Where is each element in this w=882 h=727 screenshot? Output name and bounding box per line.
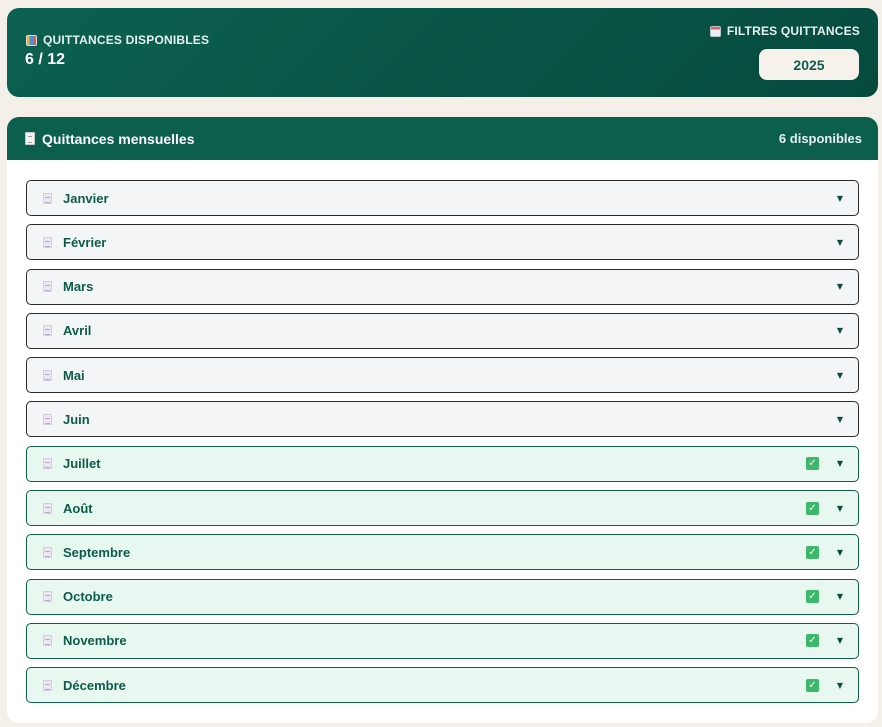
month-list: Janvier ▼ Février ▼ Mars ▼ Avril ▼ Mai ▼ Juin ▼ Juil… xyxy=(26,180,859,712)
chevron-down-icon[interactable]: ▼ xyxy=(836,415,844,424)
month-name: Juin xyxy=(63,411,90,427)
check-icon: ✓ xyxy=(806,545,819,559)
month-name: Septembre xyxy=(63,544,131,560)
check-icon: ✓ xyxy=(806,457,819,471)
document-icon xyxy=(43,192,52,204)
month-row[interactable]: Septembre ✓ ▼ xyxy=(26,534,859,571)
month-name: Juillet xyxy=(63,456,101,472)
check-icon: ✓ xyxy=(806,501,819,515)
month-row[interactable]: Mai ▼ xyxy=(26,357,859,394)
chevron-down-icon[interactable]: ▼ xyxy=(836,326,844,335)
year-filter-button[interactable]: 2025 xyxy=(759,49,859,80)
document-icon xyxy=(43,369,52,381)
check-icon: ✓ xyxy=(806,590,819,604)
document-icon xyxy=(43,413,52,425)
month-name: Août xyxy=(63,500,93,516)
chevron-down-icon[interactable]: ▼ xyxy=(836,504,844,513)
document-icon xyxy=(43,591,52,603)
available-count-badge: 6 disponibles xyxy=(778,131,862,146)
month-row[interactable]: Octobre ✓ ▼ xyxy=(26,578,859,615)
bar-chart-icon xyxy=(26,34,37,46)
document-icon xyxy=(43,502,52,514)
month-row[interactable]: Mars ▼ xyxy=(26,268,859,305)
month-name: Janvier xyxy=(63,190,109,206)
available-receipts-count: 6 / 12 xyxy=(25,51,66,68)
summary-banner: QUITTANCES DISPONIBLES 6 / 12 FILTRES QU… xyxy=(7,8,878,97)
calendar-icon xyxy=(709,25,721,37)
chevron-down-icon[interactable]: ▼ xyxy=(836,371,844,380)
month-name: Octobre xyxy=(63,589,113,605)
chevron-down-icon[interactable]: ▼ xyxy=(836,548,844,557)
chevron-down-icon[interactable]: ▼ xyxy=(836,681,844,690)
monthly-receipts-panel: Quittances mensuelles 6 disponibles Janv… xyxy=(7,117,878,723)
month-name: Mai xyxy=(63,367,85,383)
panel-title: Quittances mensuelles xyxy=(25,131,195,147)
month-row[interactable]: Février ▼ xyxy=(26,224,859,261)
month-row[interactable]: Avril ▼ xyxy=(26,312,859,349)
document-icon xyxy=(43,458,52,470)
document-icon xyxy=(43,546,52,558)
document-icon xyxy=(43,679,52,691)
document-icon xyxy=(43,325,52,337)
receipt-icon xyxy=(25,132,35,145)
month-row[interactable]: Août ✓ ▼ xyxy=(26,490,859,527)
panel-header: Quittances mensuelles 6 disponibles xyxy=(7,117,878,160)
chevron-down-icon[interactable]: ▼ xyxy=(836,282,844,291)
month-row[interactable]: Novembre ✓ ▼ xyxy=(26,622,859,659)
month-row[interactable]: Juin ▼ xyxy=(26,401,859,438)
chevron-down-icon[interactable]: ▼ xyxy=(836,194,844,203)
month-name: Mars xyxy=(63,279,94,295)
document-icon xyxy=(43,281,52,293)
check-icon: ✓ xyxy=(806,634,819,648)
chevron-down-icon[interactable]: ▼ xyxy=(836,592,844,601)
month-name: Décembre xyxy=(63,677,126,693)
check-icon: ✓ xyxy=(806,678,819,692)
month-row[interactable]: Janvier ▼ xyxy=(26,180,859,216)
available-receipts-label: QUITTANCES DISPONIBLES xyxy=(26,33,209,47)
chevron-down-icon[interactable]: ▼ xyxy=(836,238,844,247)
month-name: Avril xyxy=(63,323,92,339)
document-icon xyxy=(43,236,52,248)
chevron-down-icon[interactable]: ▼ xyxy=(836,636,844,645)
document-icon xyxy=(43,635,52,647)
month-name: Novembre xyxy=(63,633,127,649)
month-row[interactable]: Décembre ✓ ▼ xyxy=(26,667,859,704)
chevron-down-icon[interactable]: ▼ xyxy=(836,459,844,468)
receipt-filters-label: FILTRES QUITTANCES xyxy=(709,24,860,38)
month-row[interactable]: Juillet ✓ ▼ xyxy=(26,445,859,482)
month-name: Février xyxy=(63,234,107,250)
